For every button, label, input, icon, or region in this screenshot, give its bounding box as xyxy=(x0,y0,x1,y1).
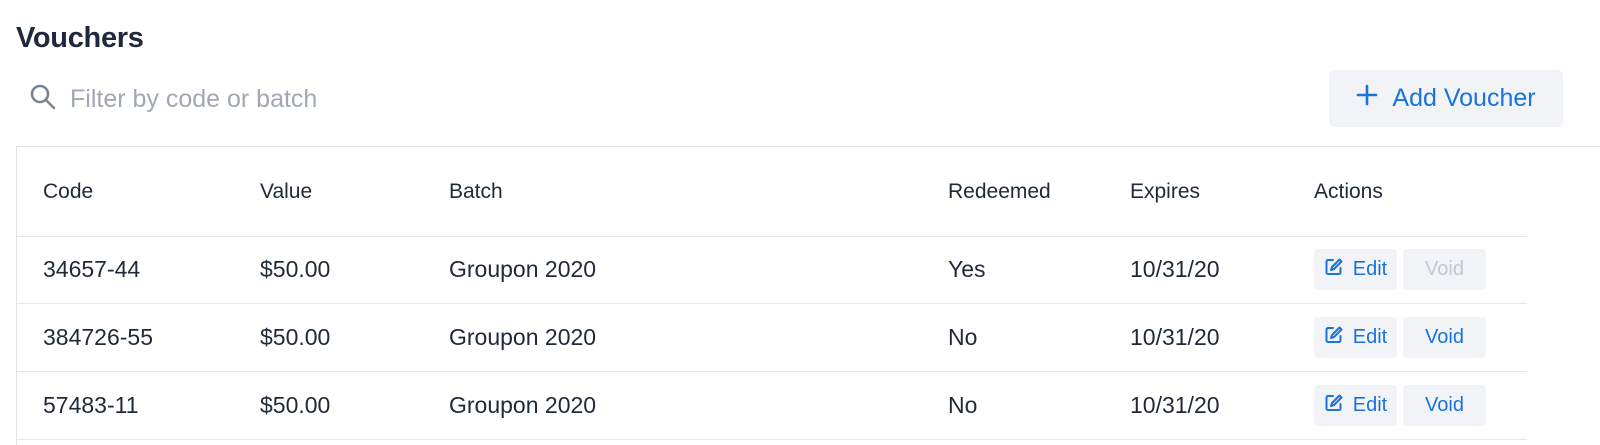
column-header-batch[interactable]: Batch xyxy=(449,147,503,236)
edit-icon xyxy=(1324,393,1353,419)
add-voucher-label: Add Voucher xyxy=(1392,84,1536,112)
filter-input[interactable] xyxy=(70,84,570,114)
vouchers-page: Vouchers Add Voucher Code Value Batch Re… xyxy=(0,0,1600,445)
cell-batch: Groupon 2020 xyxy=(449,324,597,350)
page-title: Vouchers xyxy=(16,22,144,54)
void-button[interactable]: Void xyxy=(1403,317,1486,358)
vouchers-table: Code Value Batch Redeemed Expires Action… xyxy=(16,146,1600,445)
filter-bar xyxy=(28,76,588,122)
cell-redeemed: No xyxy=(948,392,978,418)
cell-expires: 10/31/20 xyxy=(1130,392,1220,418)
add-voucher-button[interactable]: Add Voucher xyxy=(1329,70,1563,127)
edit-label: Edit xyxy=(1352,326,1388,348)
cell-actions: Edit Void xyxy=(1314,304,1486,371)
cell-batch: Groupon 2020 xyxy=(449,256,597,282)
cell-code: 57483-11 xyxy=(43,392,139,418)
cell-code: 34657-44 xyxy=(43,256,141,282)
table-row: 384726-55 $50.00 Groupon 2020 No 10/31/2… xyxy=(17,304,1527,372)
cell-expires: 10/31/20 xyxy=(1130,324,1220,350)
cell-value: $50.00 xyxy=(260,392,331,418)
table-row: 34657-44 $50.00 Groupon 2020 Yes 10/31/2… xyxy=(17,236,1527,304)
void-button[interactable]: Void xyxy=(1403,249,1486,290)
edit-icon xyxy=(1324,325,1353,351)
edit-icon xyxy=(1324,257,1353,283)
edit-label: Edit xyxy=(1352,394,1388,416)
edit-button[interactable]: Edit xyxy=(1314,385,1397,426)
cell-value: $50.00 xyxy=(260,324,331,350)
edit-label: Edit xyxy=(1352,258,1388,280)
cell-redeemed: Yes xyxy=(948,256,986,282)
void-button[interactable]: Void xyxy=(1403,385,1486,426)
edit-button[interactable]: Edit xyxy=(1314,317,1397,358)
column-header-redeemed[interactable]: Redeemed xyxy=(948,147,1051,236)
column-header-value[interactable]: Value xyxy=(260,147,312,236)
cell-value: $50.00 xyxy=(260,256,331,282)
column-header-expires[interactable]: Expires xyxy=(1130,147,1200,236)
cell-redeemed: No xyxy=(948,324,978,350)
table-header-row: Code Value Batch Redeemed Expires Action… xyxy=(17,147,1527,237)
cell-expires: 10/31/20 xyxy=(1130,256,1220,282)
cell-actions: Edit Void xyxy=(1314,236,1486,303)
plus-icon xyxy=(1356,84,1392,113)
cell-batch: Groupon 2020 xyxy=(449,392,597,418)
edit-button[interactable]: Edit xyxy=(1314,249,1397,290)
column-header-code[interactable]: Code xyxy=(43,147,93,236)
cell-actions: Edit Void xyxy=(1314,372,1486,439)
table-row: 57483-11 $50.00 Groupon 2020 No 10/31/20… xyxy=(17,372,1527,440)
search-icon xyxy=(28,82,58,117)
cell-code: 384726-55 xyxy=(43,324,153,350)
column-header-actions: Actions xyxy=(1314,179,1383,203)
